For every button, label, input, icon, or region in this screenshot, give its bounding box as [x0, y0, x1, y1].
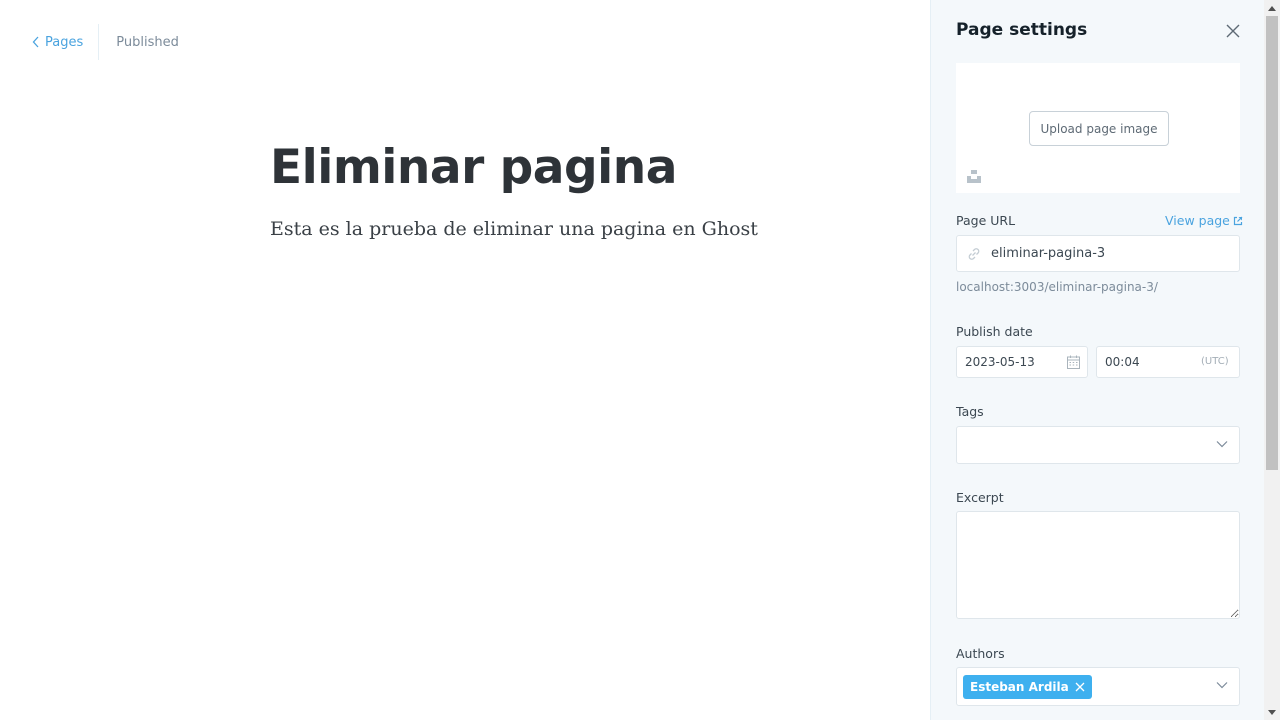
- author-token: Esteban Ardila: [963, 675, 1092, 699]
- close-icon: [1226, 24, 1240, 38]
- post-status: Published: [116, 34, 179, 50]
- excerpt-textarea[interactable]: [956, 511, 1240, 619]
- close-icon: [1075, 682, 1085, 692]
- post-body[interactable]: Esta es la prueba de eliminar una pagina…: [270, 218, 758, 240]
- panel-scrollbar[interactable]: [1264, 0, 1280, 720]
- post-title[interactable]: Eliminar pagina: [270, 140, 677, 195]
- publish-date-field[interactable]: [956, 346, 1088, 378]
- page-url-preview: localhost:3003/eliminar-pagina-3/: [956, 280, 1158, 294]
- view-page-link[interactable]: View page: [1165, 213, 1243, 228]
- publish-date-input[interactable]: [965, 347, 1065, 377]
- tags-label: Tags: [956, 404, 984, 419]
- page-url-label: Page URL: [956, 213, 1016, 228]
- publish-time-field[interactable]: (UTC): [1096, 346, 1240, 378]
- tags-select[interactable]: [956, 426, 1240, 464]
- authors-label: Authors: [956, 646, 1005, 661]
- scrollbar-thumb[interactable]: [1266, 16, 1278, 470]
- publish-time-input[interactable]: [1105, 347, 1185, 377]
- chevron-down-icon: [1216, 682, 1228, 689]
- page-url-input[interactable]: [991, 236, 1231, 271]
- scroll-up-button[interactable]: [1264, 0, 1280, 16]
- upload-page-image-button[interactable]: Upload page image: [1029, 111, 1169, 146]
- authors-select[interactable]: Esteban Ardila: [956, 667, 1240, 706]
- chevron-left-icon: [32, 36, 39, 48]
- timezone-label: (UTC): [1201, 356, 1229, 367]
- page-image-box: Upload page image: [956, 63, 1240, 193]
- back-link-label: Pages: [45, 34, 84, 50]
- scroll-up-arrow-icon: [1268, 5, 1276, 11]
- page-url-field[interactable]: [956, 235, 1240, 272]
- excerpt-label: Excerpt: [956, 490, 1004, 505]
- panel-title: Page settings: [956, 20, 1088, 40]
- scroll-down-button[interactable]: [1264, 704, 1280, 720]
- remove-author-button[interactable]: [1075, 682, 1085, 692]
- calendar-icon[interactable]: [1067, 355, 1080, 369]
- view-page-label: View page: [1165, 213, 1230, 228]
- external-link-icon: [1233, 216, 1243, 225]
- scroll-down-arrow-icon: [1268, 709, 1276, 715]
- back-to-pages-link[interactable]: Pages: [32, 24, 98, 60]
- editor-area: Pages Published Eliminar pagina Esta es …: [0, 0, 930, 720]
- author-name: Esteban Ardila: [970, 680, 1069, 694]
- close-button[interactable]: [1224, 22, 1242, 40]
- unsplash-icon[interactable]: [967, 169, 981, 183]
- link-icon: [968, 248, 980, 260]
- editor-header: Pages Published: [32, 24, 179, 60]
- publish-date-label: Publish date: [956, 324, 1033, 339]
- chevron-down-icon: [1216, 441, 1228, 448]
- page-settings-panel: Page settings Upload page image Page URL…: [930, 0, 1264, 720]
